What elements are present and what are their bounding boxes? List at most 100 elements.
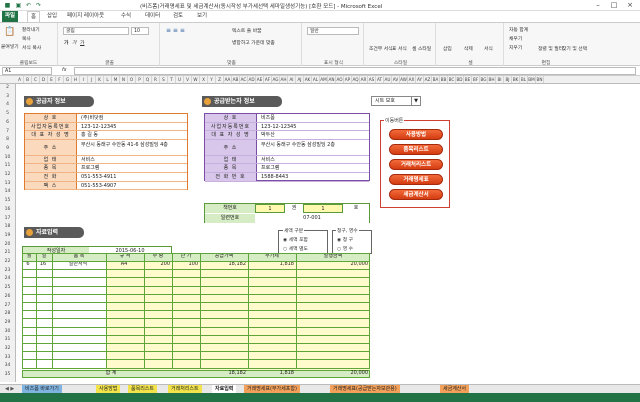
paste-icon[interactable]: 📋	[3, 27, 17, 37]
column-header-cell[interactable]: AS	[368, 76, 376, 83]
column-header-cell[interactable]: U	[176, 76, 184, 83]
row-header-cell[interactable]: 21	[0, 250, 15, 255]
column-header-cell[interactable]: P	[136, 76, 144, 83]
column-header-cell[interactable]: M	[112, 76, 120, 83]
column-header-cell[interactable]: R	[152, 76, 160, 83]
column-header-cell[interactable]: AE	[256, 76, 264, 83]
tab-scroll-icon[interactable]: ◀ ▶	[2, 385, 17, 393]
formula-input[interactable]	[74, 67, 636, 75]
row-header-cell[interactable]: 4	[0, 102, 15, 107]
column-header-cell[interactable]: BK	[512, 76, 520, 83]
paste-button[interactable]: 붙여넣기	[1, 43, 19, 50]
column-header-cell[interactable]: AQ	[352, 76, 360, 83]
minimize-icon[interactable]: –	[590, 0, 606, 11]
column-header-cell[interactable]: AF	[264, 76, 272, 83]
row-header-cell[interactable]: 6	[0, 120, 15, 125]
column-header-cell[interactable]: G	[64, 76, 72, 83]
row-header-cell[interactable]: 23	[0, 268, 15, 273]
field-value[interactable]: 부산시 동래구 수안동 삼성빌딩 2층	[261, 140, 369, 149]
cut-button[interactable]: 잘라내기	[22, 26, 40, 33]
column-header-cell[interactable]: AG	[272, 76, 280, 83]
sort-filter-button[interactable]: 정렬 및 필터	[538, 45, 563, 52]
field-value[interactable]: 서비스	[261, 156, 369, 165]
row-header-cell[interactable]: 8	[0, 137, 15, 142]
table-cell[interactable]: 16	[36, 261, 50, 268]
column-header-cell[interactable]: D	[40, 76, 48, 83]
bold-button[interactable]: 가	[64, 39, 68, 46]
table-cell[interactable]: 100	[172, 261, 198, 268]
sheet-tab-tax-invoice[interactable]: 세금계산서	[440, 385, 470, 393]
sheet-tab-items[interactable]: 품목리스트	[128, 385, 158, 393]
align-icon[interactable]: ≡ ≡ ≡	[166, 27, 185, 34]
row-header-cell[interactable]: 27	[0, 303, 15, 308]
column-header-cell[interactable]: H	[72, 76, 80, 83]
vol-value[interactable]: 1	[303, 204, 343, 213]
maximize-icon[interactable]: □	[606, 0, 622, 11]
row-header-cell[interactable]: 9	[0, 146, 15, 151]
sheet-tab-statement-copy[interactable]: 거래명세표(공급받는자보관용)	[330, 385, 400, 393]
row-header-cell[interactable]: 29	[0, 320, 15, 325]
tab-data[interactable]: 데이터	[142, 11, 163, 22]
tab-formulas[interactable]: 수식	[118, 11, 134, 22]
table-cell[interactable]: 20,000	[296, 261, 369, 268]
column-header-cell[interactable]: AU	[384, 76, 392, 83]
wrap-text-button[interactable]: 텍스트 줄 바꿈	[232, 27, 262, 34]
column-header-cell[interactable]: BB	[440, 76, 448, 83]
column-header-cell[interactable]: Z	[216, 76, 224, 83]
table-cell[interactable]: 200	[144, 261, 170, 268]
column-header-cell[interactable]: BJ	[504, 76, 512, 83]
field-value[interactable]: 서비스	[81, 156, 189, 165]
tax-included-radio[interactable]: ◉ 세액 포함	[283, 236, 308, 243]
column-header-cell[interactable]: L	[104, 76, 112, 83]
column-header-cell[interactable]: BC	[448, 76, 456, 83]
fx-icon[interactable]: fx	[62, 68, 67, 73]
row-header-cell[interactable]: 32	[0, 346, 15, 351]
field-value[interactable]: (주)비닷컴	[81, 114, 189, 123]
format-as-table-button[interactable]: 표 서식	[392, 45, 407, 52]
column-header-cell[interactable]: BI	[496, 76, 504, 83]
row-header-cell[interactable]: 19	[0, 233, 15, 238]
undo-icon[interactable]: ↶	[24, 1, 33, 10]
column-header-cell[interactable]: AT	[376, 76, 384, 83]
column-header-cell[interactable]: AL	[312, 76, 320, 83]
column-header-cell[interactable]: K	[96, 76, 104, 83]
column-header-cell[interactable]: BA	[432, 76, 440, 83]
column-header-cell[interactable]: AW	[400, 76, 408, 83]
row-header-cell[interactable]: 15	[0, 198, 15, 203]
column-header-cell[interactable]: BN	[536, 76, 544, 83]
row-header-cell[interactable]: 10	[0, 155, 15, 160]
column-header-cell[interactable]: O	[128, 76, 136, 83]
column-header-cell[interactable]: X	[200, 76, 208, 83]
statement-button[interactable]: 거래명세표	[389, 174, 443, 185]
row-header-cell[interactable]: 25	[0, 285, 15, 290]
field-value[interactable]: 프로그램	[261, 164, 369, 173]
column-header-cell[interactable]: AP	[344, 76, 352, 83]
column-header-cell[interactable]: BE	[464, 76, 472, 83]
field-value[interactable]: 123-12-12345	[261, 123, 369, 132]
column-header-cell[interactable]: B	[24, 76, 32, 83]
column-header-cell[interactable]: F	[56, 76, 64, 83]
column-header-cell[interactable]: AC	[240, 76, 248, 83]
column-header-cell[interactable]: AR	[360, 76, 368, 83]
sheet-tab-clients[interactable]: 거래처리스트	[168, 385, 202, 393]
tab-view[interactable]: 보기	[194, 11, 210, 22]
column-header-cell[interactable]: AH	[280, 76, 288, 83]
table-cell[interactable]: 18,182	[200, 261, 247, 268]
column-header-cell[interactable]: Q	[144, 76, 152, 83]
row-header-cell[interactable]: 11	[0, 163, 15, 168]
copy-button[interactable]: 복사	[22, 35, 31, 42]
tax-excluded-radio[interactable]: ○ 세액 별도	[283, 245, 308, 252]
column-header-cell[interactable]: BD	[456, 76, 464, 83]
column-header-cell[interactable]: S	[160, 76, 168, 83]
format-cells-button[interactable]: 서식	[484, 45, 493, 52]
find-select-button[interactable]: 찾기 및 선택	[562, 45, 587, 52]
field-value[interactable]: 1588-8443	[261, 173, 369, 182]
sheet-tab-bizform[interactable]: 비즈폼 바로가기	[22, 385, 62, 393]
sheet-tab-input[interactable]: 자료입력	[212, 385, 237, 393]
italic-button[interactable]: 가	[72, 39, 76, 46]
column-header-cell[interactable]: AX	[408, 76, 416, 83]
book-no-value[interactable]: 1	[255, 204, 285, 213]
usage-button[interactable]: 사용방법	[389, 129, 443, 140]
field-value[interactable]: 홍 길 동	[81, 131, 189, 140]
delete-cells-button[interactable]: 삭제	[464, 45, 473, 52]
